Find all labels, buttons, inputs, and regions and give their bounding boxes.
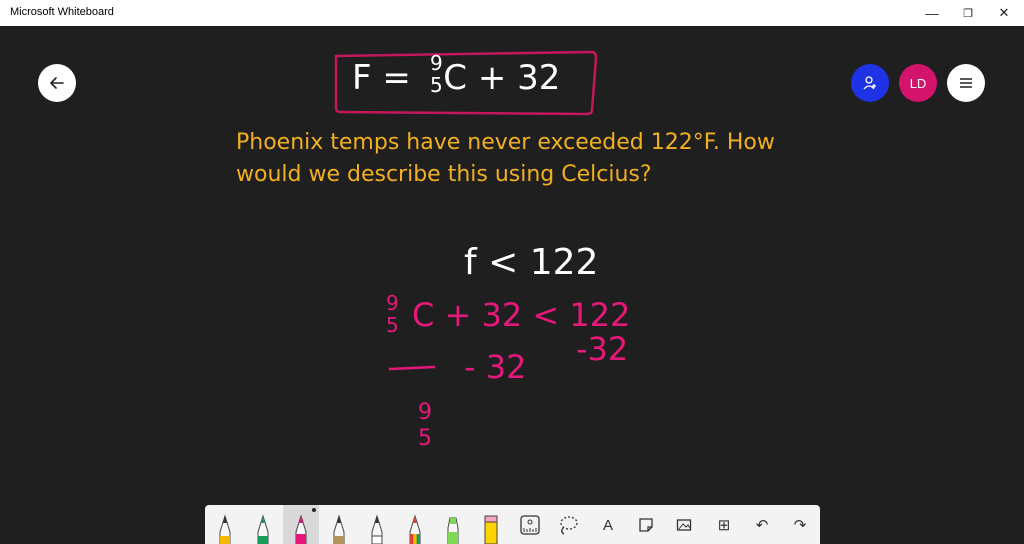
pen-yellow-icon <box>219 514 231 544</box>
step-3-right: -32 <box>576 330 629 368</box>
invite-button[interactable] <box>851 64 889 102</box>
undo-button[interactable]: ↶ <box>749 513 775 537</box>
pen-rainbow-tool[interactable] <box>397 505 433 544</box>
app-title: Microsoft Whiteboard <box>10 6 114 18</box>
add-person-icon <box>863 76 876 90</box>
minimize-icon: — <box>925 5 939 21</box>
ink-toolbar: A ⊞ ↶ ↷ <box>205 505 820 544</box>
add-content-button[interactable]: ⊞ <box>711 513 737 537</box>
pen-white-tool[interactable] <box>359 505 395 544</box>
pen-tan-tool[interactable] <box>321 505 357 544</box>
formula-fraction: 9 5 <box>430 52 443 96</box>
pen-magenta-tool[interactable] <box>283 505 319 544</box>
back-button[interactable] <box>38 64 76 102</box>
image-icon <box>676 519 692 531</box>
pen-rainbow-icon <box>409 514 421 544</box>
close-button[interactable]: ✕ <box>986 0 1022 26</box>
step-4-frac-den: 5 <box>418 426 432 451</box>
undo-icon: ↶ <box>755 517 769 534</box>
menu-button[interactable] <box>947 64 985 102</box>
pen-magenta-icon <box>295 514 307 544</box>
highlighter-green-tool[interactable] <box>435 505 471 544</box>
title-bar: Microsoft Whiteboard — ❐ ✕ <box>0 0 1024 26</box>
sticky-note-icon <box>639 518 653 532</box>
pen-tan-icon <box>333 514 345 544</box>
close-icon: ✕ <box>998 5 1010 20</box>
step-2-frac-den: 5 <box>386 313 399 337</box>
highlighter-yellow-icon <box>484 515 498 544</box>
profile-avatar-button[interactable]: LD <box>899 64 937 102</box>
image-button[interactable] <box>671 513 697 537</box>
step-2-frac-num: 9 <box>386 291 399 315</box>
formula-text: F = C + 32 <box>352 58 561 98</box>
pen-green-icon <box>257 514 269 544</box>
sticky-note-button[interactable] <box>633 513 659 537</box>
step-4-fraction: 9 5 <box>418 400 432 452</box>
highlighter-green-icon <box>447 517 459 544</box>
lasso-icon <box>560 516 578 535</box>
hamburger-menu-icon <box>960 78 972 88</box>
highlighter-yellow-tool[interactable] <box>473 505 509 544</box>
pen-green-tool[interactable] <box>245 505 281 544</box>
formula-frac-num: 9 <box>430 51 443 75</box>
step-4-frac-num: 9 <box>418 400 432 425</box>
restore-icon: ❐ <box>963 7 973 20</box>
lasso-button[interactable] <box>555 513 581 537</box>
text-button[interactable]: A <box>595 513 621 537</box>
step-3-left: - 32 <box>464 348 527 386</box>
avatar-initials: LD <box>909 75 927 91</box>
pen-yellow-tool[interactable] <box>207 505 243 544</box>
question-line-1: Phoenix temps have never exceeded 122°F.… <box>236 130 775 155</box>
restore-button[interactable]: ❐ <box>950 0 986 26</box>
pen-white-icon <box>371 514 383 544</box>
underline-stroke <box>388 365 436 371</box>
selected-dot-icon <box>312 508 316 512</box>
step-1-inequality: f < 122 <box>464 242 599 283</box>
step-2-fraction: 9 5 <box>386 292 399 336</box>
step-2-expression: C + 32 < 122 <box>412 296 631 334</box>
text-icon: A <box>602 516 613 534</box>
ruler-button[interactable] <box>517 513 543 537</box>
arrow-left-icon <box>50 77 64 89</box>
formula-frac-den: 5 <box>430 73 443 97</box>
whiteboard-canvas[interactable]: F = C + 32 9 5 Phoenix temps have never … <box>0 26 1024 544</box>
question-line-2: would we describe this using Celcius? <box>236 162 652 187</box>
redo-icon: ↷ <box>793 517 807 534</box>
minimize-button[interactable]: — <box>914 0 950 26</box>
add-icon: ⊞ <box>717 517 731 534</box>
redo-button[interactable]: ↷ <box>787 513 813 537</box>
ruler-icon <box>520 515 540 535</box>
